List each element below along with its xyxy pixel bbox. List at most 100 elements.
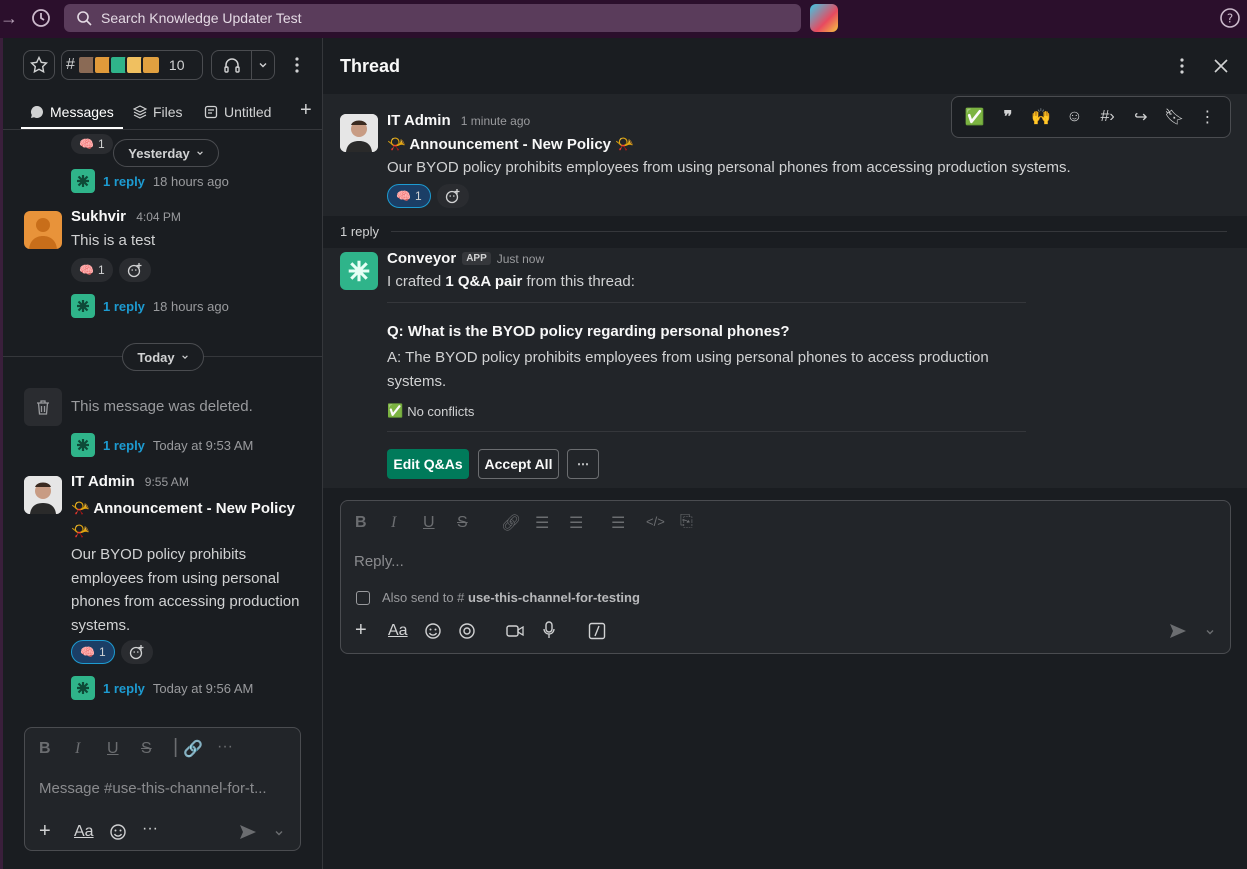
reply-link[interactable]: 1 reply	[103, 174, 145, 189]
more-options-icon[interactable]: ⋮	[1193, 107, 1221, 127]
slash-command-icon[interactable]	[588, 622, 606, 640]
add-reaction-icon[interactable]	[120, 640, 153, 664]
chevron-down-icon[interactable]	[1205, 627, 1215, 637]
send-icon[interactable]	[239, 824, 257, 840]
add-reaction-icon[interactable]	[118, 258, 151, 282]
thread-reply-summary[interactable]: 1 reply 18 hours ago	[71, 294, 229, 318]
reply-link[interactable]: 1 reply	[103, 438, 145, 453]
conveyor-avatar[interactable]	[340, 252, 378, 290]
edit-qas-button[interactable]: Edit Q&As	[387, 449, 469, 479]
mention-icon[interactable]	[458, 622, 476, 640]
top-bar: → Search Knowledge Updater Test ?	[0, 0, 1247, 38]
raised-hands-react-icon[interactable]: 🙌	[1027, 107, 1055, 127]
more-options-icon[interactable]	[289, 50, 305, 80]
emoji-icon[interactable]	[109, 823, 127, 841]
code-icon[interactable]: </>	[646, 514, 665, 529]
message-time[interactable]: 9:55 AM	[145, 475, 189, 489]
reaction-chip[interactable]: 🧠 1	[71, 134, 113, 154]
bold-icon[interactable]: B	[39, 740, 51, 758]
message-input[interactable]: Message #use-this-channel-for-t...	[39, 780, 267, 797]
tab-untitled[interactable]: Untitled	[204, 104, 271, 120]
qa-answer: A: The BYOD policy prohibits employees f…	[387, 349, 989, 390]
reaction-chip[interactable]: 🧠 1	[71, 640, 115, 664]
underline-icon[interactable]: U	[107, 740, 119, 758]
add-reaction-icon[interactable]	[436, 184, 469, 208]
message-composer: B I U S | 🔗 ··· Message #use-this-channe…	[24, 727, 301, 851]
checkmark-react-icon[interactable]: ✅	[961, 107, 989, 127]
help-icon[interactable]: ?	[1219, 7, 1241, 29]
thread-reply-summary[interactable]: 1 reply Today at 9:53 AM	[71, 433, 253, 457]
strikethrough-icon[interactable]: S	[141, 740, 152, 758]
plus-icon[interactable]: +	[355, 619, 367, 642]
more-formatting-icon[interactable]: ···	[217, 738, 233, 756]
formatting-icon[interactable]: Aa	[74, 823, 94, 841]
italic-icon[interactable]: I	[75, 740, 80, 758]
thread-reply-summary[interactable]: 1 reply 18 hours ago	[71, 169, 229, 193]
avatar[interactable]	[24, 476, 62, 514]
formatting-icon[interactable]: Aa	[388, 622, 408, 640]
reply-input[interactable]: Reply...	[354, 553, 404, 570]
underline-icon[interactable]: U	[423, 514, 435, 532]
also-send-checkbox[interactable]	[356, 590, 370, 605]
message-time[interactable]: 1 minute ago	[461, 114, 530, 128]
headphones-icon	[223, 58, 240, 73]
day-divider-today[interactable]: Today	[122, 343, 204, 371]
bulleted-list-icon[interactable]: ☰	[569, 513, 583, 533]
tab-label: Messages	[50, 104, 114, 120]
deleted-message-text: This message was deleted.	[71, 398, 253, 415]
accept-all-button[interactable]: Accept All	[478, 449, 559, 479]
reply-link[interactable]: 1 reply	[103, 681, 145, 696]
code-block-icon[interactable]: ⎘	[680, 513, 693, 531]
thread-reply-summary[interactable]: 1 reply Today at 9:56 AM	[71, 676, 253, 700]
tab-messages[interactable]: Messages	[30, 104, 114, 120]
channel-share-icon[interactable]: #›	[1094, 108, 1122, 126]
forward-arrow-icon[interactable]: →	[0, 8, 18, 29]
more-actions-icon[interactable]: ···	[142, 820, 158, 838]
search-icon	[77, 11, 92, 26]
members-button[interactable]: # 10	[61, 50, 203, 80]
link-icon[interactable]: 🔗︎	[501, 513, 521, 533]
reply-link[interactable]: 1 reply	[103, 299, 145, 314]
reaction-chip[interactable]: 🧠 1	[387, 184, 431, 208]
plus-icon[interactable]: +	[39, 820, 51, 843]
blockquote-icon[interactable]: ☰	[611, 513, 625, 533]
emoji-icon[interactable]	[424, 622, 442, 640]
sender-name[interactable]: Conveyor	[387, 250, 456, 267]
close-icon[interactable]	[1214, 59, 1228, 73]
sender-name[interactable]: IT Admin	[71, 473, 135, 490]
reply-time: 18 hours ago	[152, 173, 229, 189]
history-icon[interactable]	[30, 7, 52, 29]
add-reaction-icon[interactable]: ☺	[1060, 108, 1088, 126]
forward-icon[interactable]: ↪	[1127, 107, 1155, 127]
microphone-icon[interactable]	[542, 621, 556, 639]
huddle-button[interactable]	[211, 50, 275, 80]
search-bar[interactable]: Search Knowledge Updater Test	[64, 4, 801, 32]
more-actions-button[interactable]: ⋯	[567, 449, 599, 479]
sender-name[interactable]: IT Admin	[387, 112, 451, 129]
day-divider-yesterday[interactable]: Yesterday	[113, 139, 219, 167]
quote-react-icon[interactable]: ❞	[994, 107, 1022, 127]
chevron-down-icon[interactable]	[274, 828, 284, 838]
tab-files[interactable]: Files	[133, 104, 183, 120]
sender-name[interactable]: Sukhvir	[71, 208, 126, 225]
conflict-status: ✅ No conflicts	[387, 403, 474, 419]
avatar[interactable]	[340, 114, 378, 152]
message-time[interactable]: Just now	[497, 252, 544, 266]
video-icon[interactable]	[506, 624, 524, 638]
message-header: Conveyor APP Just now	[387, 250, 544, 267]
avatar	[140, 55, 161, 75]
add-tab-icon[interactable]: +	[300, 99, 312, 122]
numbered-list-icon[interactable]: ☰	[535, 513, 549, 533]
avatar[interactable]	[24, 211, 62, 249]
app-avatar[interactable]	[810, 4, 838, 32]
link-icon[interactable]: 🔗	[183, 739, 203, 759]
more-options-icon[interactable]	[1180, 57, 1184, 75]
star-button[interactable]	[23, 50, 55, 80]
bold-icon[interactable]: B	[355, 514, 367, 532]
send-icon[interactable]	[1169, 623, 1187, 639]
message-time[interactable]: 4:04 PM	[136, 210, 181, 224]
italic-icon[interactable]: I	[391, 514, 396, 532]
bookmark-icon[interactable]: 🔖︎	[1160, 107, 1188, 127]
reaction-chip[interactable]: 🧠 1	[71, 258, 113, 282]
strikethrough-icon[interactable]: S	[457, 514, 468, 532]
